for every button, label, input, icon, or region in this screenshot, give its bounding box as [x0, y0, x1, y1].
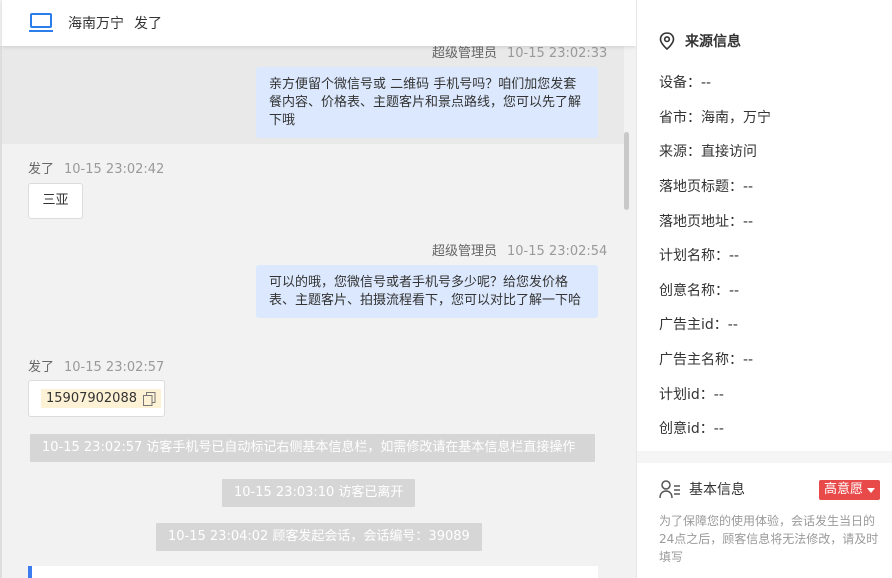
message-sender: 超级管理员	[432, 46, 498, 61]
message-meta: 发了 10-15 23:02:57	[28, 356, 164, 375]
visitor-info-panel: 来源信息 设备：-- 省市：海南，万宁 来源：直接访问 落地页标题：-- 落地页…	[636, 0, 892, 578]
user-list-icon	[659, 479, 681, 499]
agent-message-bubble: 可以的哦，您微信号或者手机号多少呢？给您发价格表、主题客片、拍摄流程看下，您可以…	[256, 265, 598, 318]
field-advertiser-name: 广告主名称：--	[659, 352, 754, 368]
chat-workspace: 超级管理员 10-15 23:02:33 亲方便留个微信号或 二维码 手机号吗？咱…	[0, 0, 892, 578]
source-info-label: 来源信息	[685, 34, 741, 50]
field-plan-name: 计划名称：--	[659, 248, 740, 264]
session-card[interactable]	[28, 566, 598, 578]
agent-message-bubble: 亲方便留个微信号或 二维码 手机号吗？咱们加您发套餐内容、价格表、主题客片和景点…	[256, 67, 598, 138]
field-creative-name: 创意名称：--	[659, 283, 740, 299]
message-text: 三亚	[42, 193, 69, 208]
chat-scrollbar[interactable]	[624, 132, 629, 210]
message-meta: 超级管理员 10-15 23:02:54	[432, 240, 607, 259]
system-notice: 10-15 23:04:02 顾客发起会话，会话编号：39089	[156, 523, 482, 551]
field-device: 设备：--	[659, 75, 712, 91]
basic-info-label: 基本信息	[689, 482, 745, 498]
message-time: 10-15 23:02:42	[64, 162, 165, 177]
field-advertiser-id: 广告主id：--	[659, 317, 738, 333]
laptop-icon	[28, 12, 54, 34]
visitor-location: 海南万宁	[68, 16, 124, 32]
field-source: 来源：直接访问	[659, 144, 757, 160]
copy-icon[interactable]	[142, 391, 156, 406]
message-time: 10-15 23:02:57	[64, 360, 165, 375]
message-meta: 发了 10-15 23:02:42	[28, 158, 164, 177]
chat-header: 海南万宁 发了	[2, 0, 636, 46]
phone-number: 15907902088	[46, 391, 137, 406]
field-landing-url: 落地页地址：--	[659, 214, 754, 230]
field-landing-title: 落地页标题：--	[659, 179, 754, 195]
visitor-message-bubble: 三亚	[28, 183, 83, 219]
message-time: 10-15 23:02:33	[507, 46, 608, 61]
intent-level-dropdown[interactable]: 高意愿	[819, 480, 881, 500]
message-sender: 超级管理员	[432, 244, 498, 259]
basic-info-title: 基本信息	[659, 479, 745, 499]
basic-info-note: 为了保障您的使用体验，会话发生当日的24点之后，顾客信息将无法修改，请及时填写	[659, 514, 879, 564]
source-info-title: 来源信息	[659, 31, 741, 51]
system-notice: 10-15 23:03:10 访客已离开	[222, 479, 416, 507]
message-time: 10-15 23:02:54	[507, 244, 608, 259]
message-sender: 发了	[28, 162, 55, 177]
field-province-city: 省市：海南，万宁	[659, 110, 771, 126]
location-pin-icon	[659, 32, 675, 51]
system-notice: 10-15 23:02:57 访客手机号已自动标记右侧基本信息栏，如需修改请在基…	[30, 434, 595, 462]
intent-level-label: 高意愿	[824, 482, 864, 497]
visitor-nickname: 发了	[134, 16, 162, 32]
phone-number-chip[interactable]: 15907902088	[41, 389, 161, 408]
section-divider	[637, 451, 892, 463]
visitor-message-bubble: 15907902088	[28, 380, 165, 417]
field-plan-id: 计划id：--	[659, 387, 724, 403]
field-creative-id: 创意id：--	[659, 421, 724, 437]
caret-down-icon	[867, 487, 876, 493]
chat-panel: 超级管理员 10-15 23:02:33 亲方便留个微信号或 二维码 手机号吗？咱…	[0, 0, 636, 578]
message-sender: 发了	[28, 360, 55, 375]
